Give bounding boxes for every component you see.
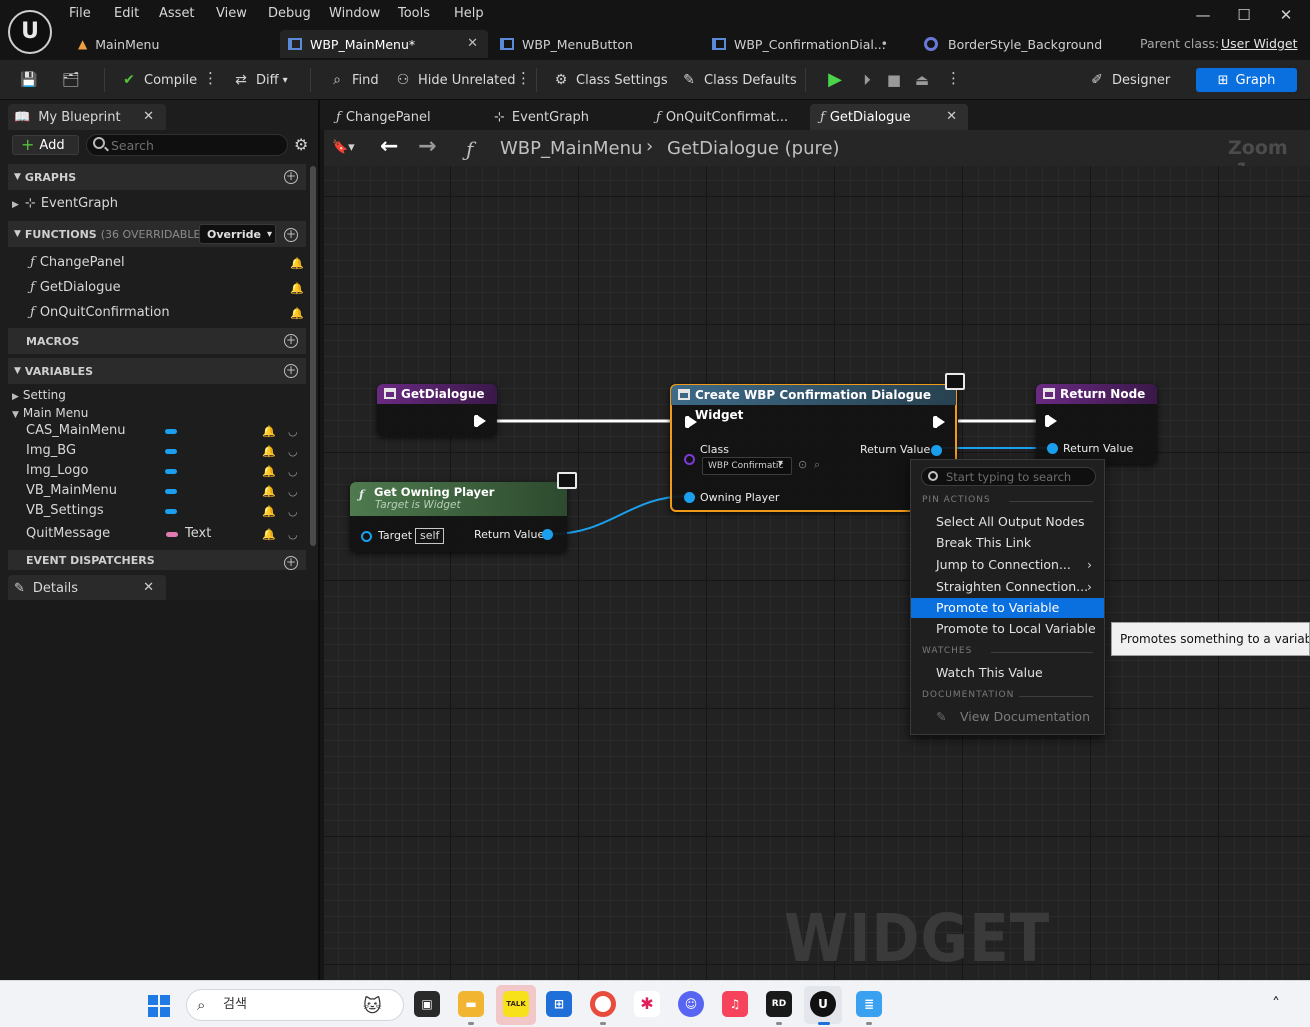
function-node-icon (1043, 388, 1055, 399)
running-indicator (468, 1022, 474, 1025)
context-search-input[interactable] (921, 467, 1096, 486)
discord-icon[interactable]: ☺ (678, 991, 704, 1017)
node-header: ƒ Get Owning Player Target is Widget (350, 482, 567, 516)
menu-item-view-documentation[interactable]: ✎ View Documentation (911, 707, 1104, 727)
exec-in-pin[interactable] (685, 416, 697, 428)
get-owning-player-node[interactable]: ƒ Get Owning Player Target is Widget Tar… (350, 482, 567, 552)
unreal-engine-icon[interactable]: U (810, 991, 836, 1017)
return-value-pin-label: Return Value (474, 528, 545, 541)
running-indicator (866, 1022, 872, 1025)
pin-actions-header: PIN ACTIONS (922, 495, 991, 505)
class-pin[interactable] (684, 454, 695, 465)
apple-music-icon[interactable]: ♫ (722, 991, 748, 1017)
owning-player-pin-label: Owning Player (700, 491, 780, 504)
running-indicator (600, 1022, 606, 1025)
menu-item-straighten-connection[interactable]: Straighten Connection... › (911, 577, 1104, 597)
menu-item-label: Straighten Connection... (936, 579, 1089, 594)
use-selected-asset-icon[interactable]: ⊙ (798, 458, 807, 471)
menu-item-label: Break This Link (936, 535, 1032, 550)
task-view-icon[interactable]: ▣ (414, 991, 440, 1017)
running-indicator (776, 1022, 782, 1025)
widget-node-icon (678, 389, 690, 400)
class-select-value: WBP Confirmatic (708, 461, 784, 471)
owning-player-pin[interactable] (684, 492, 695, 503)
target-self-value[interactable]: self (415, 528, 445, 544)
chevron-down-icon: ▾ (778, 458, 784, 469)
documentation-icon: ✎ (936, 709, 947, 724)
menu-item-label: Promote to Local Variable (936, 621, 1096, 636)
browse-asset-icon[interactable]: ⌕ (814, 458, 820, 472)
section-divider (1019, 696, 1093, 697)
unreal-editor-window: U File Edit Asset View Debug Window Tool… (0, 0, 1310, 1027)
node-header: Create WBP Confirmation Dialogue Widget (671, 385, 956, 422)
target-pin[interactable] (361, 531, 372, 542)
node-title: Create WBP Confirmation Dialogue Widget (695, 388, 931, 422)
microsoft-store-icon[interactable]: ⊞ (546, 991, 572, 1017)
graph-wires (496, 419, 1050, 535)
menu-item-watch-this-value[interactable]: Watch This Value (911, 663, 1104, 683)
documentation-header: DOCUMENTATION (922, 690, 1015, 700)
menu-item-label: Watch This Value (936, 665, 1043, 680)
chevron-up-icon[interactable]: ˄ (1272, 994, 1280, 1013)
function-entry-node[interactable]: GetDialogue (377, 384, 497, 436)
exec-in-pin[interactable] (1045, 415, 1057, 427)
target-pin-label: Target (378, 529, 413, 542)
submenu-arrow-icon: › (1087, 579, 1092, 594)
active-indicator (818, 1022, 830, 1025)
class-pin-label: Class (700, 443, 729, 456)
menu-item-promote-to-local-variable[interactable]: Promote to Local Variable (911, 619, 1104, 639)
search-icon (928, 471, 938, 481)
section-divider (1009, 501, 1093, 502)
node-header: Return Node (1036, 384, 1157, 404)
data-wire-owning-player[interactable] (551, 495, 689, 535)
menu-item-break-this-link[interactable]: Break This Link (911, 533, 1104, 553)
return-value-in-pin[interactable] (1047, 443, 1058, 454)
windows-start-icon[interactable] (148, 995, 170, 1017)
node-subtitle: Target is Widget (375, 499, 461, 511)
menu-item-label: Select All Output Nodes (936, 514, 1085, 529)
node-header: GetDialogue (377, 384, 497, 404)
search-highlight-icon: 🐱 (363, 996, 382, 1017)
notepad-icon[interactable]: ≣ (856, 991, 882, 1017)
exec-out-pin[interactable] (474, 415, 486, 427)
submenu-arrow-icon: › (1087, 557, 1092, 572)
menu-item-promote-to-variable[interactable]: Promote to Variable (911, 598, 1104, 618)
menu-item-select-all-output-nodes[interactable]: Select All Output Nodes (911, 512, 1104, 532)
return-value-pin[interactable] (931, 445, 942, 456)
function-node-icon (384, 388, 396, 399)
taskbar-search-text: 검색 (223, 997, 247, 1012)
kakaotalk-icon[interactable]: TALK (503, 991, 529, 1017)
windows-taskbar: ⌕ 검색 🐱 ▣ ▬ TALK ⊞ ✱ ☺ ♫ RD U ≣ ˄ (0, 980, 1310, 1027)
slack-icon[interactable]: ✱ (634, 991, 660, 1017)
exec-out-pin[interactable] (933, 416, 945, 428)
rider-icon[interactable]: RD (766, 991, 792, 1017)
return-node[interactable]: Return Node Return Value (1036, 384, 1157, 464)
watches-header: WATCHES (922, 646, 973, 656)
pin-context-menu: PIN ACTIONS Select All Output Nodes Brea… (910, 459, 1105, 735)
chrome-icon[interactable] (590, 991, 616, 1017)
menu-item-label: View Documentation (960, 709, 1090, 724)
menu-item-label: Promote to Variable (936, 600, 1060, 615)
menu-item-label: Jump to Connection... (936, 557, 1071, 572)
return-value-pin-label: Return Value (1063, 442, 1134, 455)
return-value-pin[interactable] (542, 529, 553, 540)
node-title: Return Node (1060, 387, 1146, 401)
network-context-icon (945, 373, 965, 390)
file-explorer-icon[interactable]: ▬ (458, 991, 484, 1017)
menu-item-jump-to-connection[interactable]: Jump to Connection... › (911, 555, 1104, 575)
section-divider (991, 652, 1093, 653)
network-context-icon (557, 472, 577, 489)
return-value-pin-label: Return Value (860, 443, 931, 456)
search-icon: ⌕ (197, 996, 206, 1014)
node-title: GetDialogue (401, 387, 485, 401)
taskbar-search-box[interactable]: ⌕ 검색 🐱 (186, 989, 404, 1021)
function-icon: ƒ (359, 487, 364, 501)
tooltip: Promotes something to a variable (1111, 622, 1310, 656)
